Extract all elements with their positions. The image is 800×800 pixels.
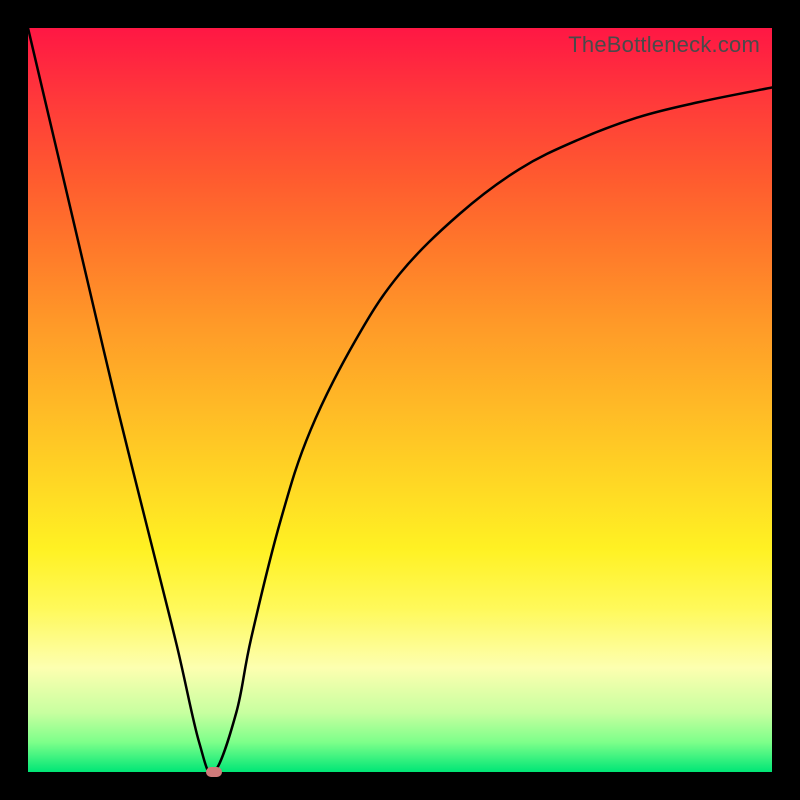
bottleneck-curve <box>28 28 772 772</box>
optimum-marker <box>206 767 222 777</box>
curve-layer <box>28 28 772 772</box>
plot-area: TheBottleneck.com <box>28 28 772 772</box>
chart-frame: TheBottleneck.com <box>0 0 800 800</box>
